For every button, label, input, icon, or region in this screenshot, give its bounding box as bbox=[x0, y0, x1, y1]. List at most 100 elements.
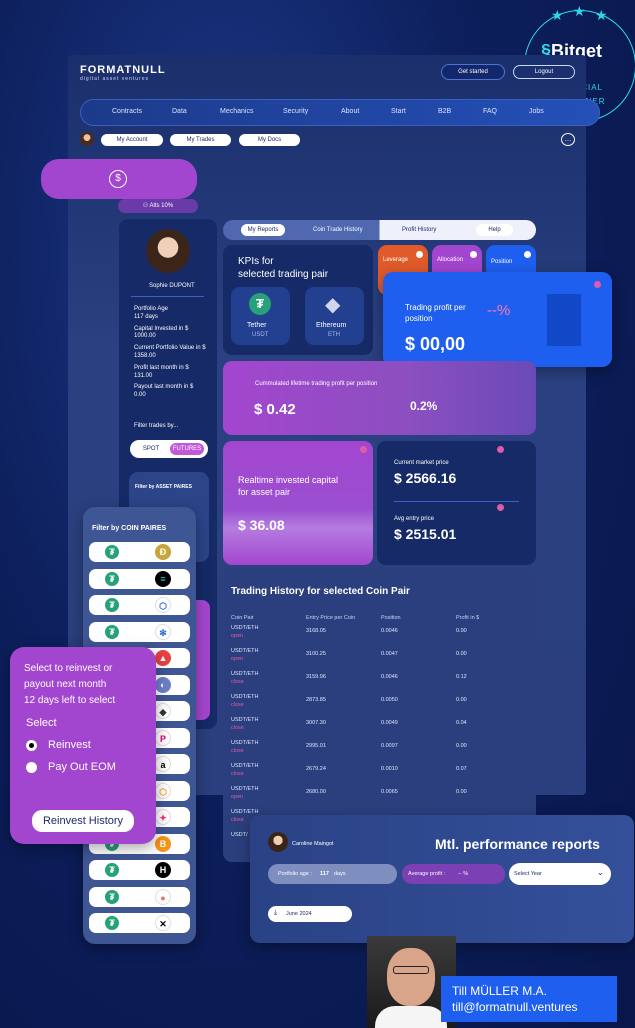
download-report-button[interactable]: ⤓ June 2024 bbox=[268, 906, 352, 922]
reinvest-history-button[interactable]: Reinvest History bbox=[32, 810, 134, 832]
tether-icon: ₮ bbox=[105, 916, 119, 930]
coin-tether[interactable]: ₮ Tether USDT bbox=[231, 287, 290, 345]
payout-pill[interactable]: $ bbox=[41, 159, 197, 199]
coin-pair-option[interactable]: ₮ ● bbox=[89, 886, 190, 907]
table-row[interactable]: USDT/ETH close 3007.30 0.0049 0.04 bbox=[223, 717, 529, 740]
coin-pair-option[interactable]: ₮⬡ bbox=[89, 595, 190, 615]
option-payout[interactable]: Pay Out EOM bbox=[48, 761, 116, 773]
cell-pair: USDT/ETH bbox=[231, 648, 259, 654]
cumulated-profit-card: Cummulated lifetime trading profit per p… bbox=[223, 361, 536, 435]
nav-start[interactable]: Start bbox=[391, 108, 406, 115]
nav-faq[interactable]: FAQ bbox=[483, 108, 497, 115]
spot-option[interactable]: SPOT bbox=[134, 443, 168, 455]
cell-pair: USDT/ETH bbox=[231, 694, 259, 700]
cell-profit: 0.00 bbox=[456, 651, 467, 657]
coin-ethereum[interactable]: ◆ Ethereum ETH bbox=[305, 287, 364, 345]
nav-contracts[interactable]: Contracts bbox=[112, 108, 142, 115]
table-row[interactable]: USDT/ETH open 2680.00 0.0065 0.00 bbox=[223, 786, 529, 809]
option-reinvest[interactable]: Reinvest bbox=[48, 739, 91, 751]
trading-profit-pct: --% bbox=[487, 302, 511, 319]
nav-security[interactable]: Security bbox=[283, 108, 308, 115]
coin-icon: ◆ bbox=[155, 703, 171, 719]
logout-button[interactable]: Logout bbox=[513, 65, 575, 79]
table-row[interactable]: USDT/ETH open 3100.25 0.0047 0.00 bbox=[223, 648, 529, 671]
cumulated-pct: 0.2% bbox=[410, 399, 438, 413]
tab-my-trades[interactable]: My Trades bbox=[170, 134, 231, 146]
table-row[interactable]: USDT/ETH close 3159.96 0.0046 0.12 bbox=[223, 671, 529, 694]
tab-my-account[interactable]: My Account bbox=[101, 134, 163, 146]
info-icon[interactable] bbox=[497, 446, 504, 453]
coin-pair-option[interactable]: ₮ H bbox=[89, 860, 190, 880]
profile-avatar bbox=[146, 229, 190, 273]
info-icon[interactable] bbox=[594, 281, 601, 288]
coin-icon: ✻ bbox=[155, 623, 171, 640]
tab-my-docs[interactable]: My Docs bbox=[239, 134, 300, 146]
coin-icon: ⬡ bbox=[155, 782, 171, 799]
radio-payout[interactable] bbox=[26, 762, 37, 773]
cell-status: open bbox=[231, 656, 244, 662]
contact-email[interactable]: till@formatnull.ventures bbox=[452, 1000, 578, 1014]
nav-b2b[interactable]: B2B bbox=[438, 108, 451, 115]
coin-pair-option[interactable]: ₮ ✕ bbox=[89, 913, 190, 933]
get-started-button[interactable]: Get started bbox=[441, 64, 505, 80]
coin-icon: ◐ bbox=[155, 676, 171, 693]
report-title: Mtl. performance reports bbox=[435, 836, 600, 852]
cell-position: 0.0049 bbox=[381, 720, 398, 726]
select-label: Select bbox=[26, 717, 57, 729]
cell-status: close bbox=[231, 748, 244, 754]
tab-profit-history[interactable]: Profit History bbox=[402, 227, 436, 233]
tab-help[interactable]: Help bbox=[476, 224, 513, 236]
info-icon[interactable] bbox=[524, 251, 531, 258]
nav-mechanics[interactable]: Mechanics bbox=[220, 108, 253, 115]
coin-pair-option[interactable]: ₮ ≡ bbox=[89, 568, 190, 589]
current-price: $ 2566.16 bbox=[394, 470, 457, 486]
cell-status: close bbox=[231, 817, 244, 823]
user-avatar-small[interactable] bbox=[80, 132, 94, 146]
cell-entry: 3007.30 bbox=[306, 720, 326, 726]
nav-about[interactable]: About bbox=[341, 108, 359, 115]
kpi-card: KPIs for selected trading pair ₮ Tether … bbox=[223, 245, 373, 355]
trading-profit-card: Trading profit per position $ 00,00 --% bbox=[383, 272, 612, 367]
radio-reinvest[interactable] bbox=[26, 740, 37, 751]
cell-position: 0.0046 bbox=[381, 628, 398, 634]
contact-name: Till MÜLLER M.A. bbox=[452, 984, 547, 998]
nav-data[interactable]: Data bbox=[172, 108, 187, 115]
cell-profit: 0.07 bbox=[456, 766, 467, 772]
money-hand-icon: $ bbox=[109, 170, 127, 188]
info-icon[interactable] bbox=[360, 446, 367, 453]
info-icon[interactable] bbox=[416, 251, 423, 258]
chat-icon[interactable]: … bbox=[561, 133, 575, 146]
table-row[interactable]: USDT/ETH close 2873.85 0.0050 0.00 bbox=[223, 694, 529, 717]
select-year-dropdown[interactable]: Select Year ⌄ bbox=[509, 863, 611, 885]
table-row[interactable]: USDT/ETH open 3168.05 0.0046 0.00 bbox=[223, 625, 529, 648]
avg-entry-price: $ 2515.01 bbox=[394, 526, 457, 542]
info-icon[interactable] bbox=[497, 504, 504, 511]
main-nav: Contracts Data Mechanics Security About … bbox=[80, 99, 600, 126]
coin-icon: Ð bbox=[155, 544, 171, 560]
filter-trades-label: Filter trades by... bbox=[134, 423, 179, 429]
info-icon[interactable] bbox=[470, 251, 477, 258]
cell-profit: 0.00 bbox=[456, 628, 467, 634]
cell-pair: USDT/ bbox=[231, 832, 248, 838]
tether-icon: ₮ bbox=[105, 545, 119, 559]
cell-pair: USDT/ETH bbox=[231, 625, 259, 631]
history-title: Trading History for selected Coin Pair bbox=[231, 586, 410, 597]
tab-coin-trade-history[interactable]: Coin Trade History bbox=[313, 227, 363, 233]
cell-position: 0.0010 bbox=[381, 766, 398, 772]
table-row[interactable]: USDT/ETH close 2679.24 0.0010 0.07 bbox=[223, 763, 529, 786]
contact-card: Till MÜLLER M.A. till@formatnull.venture… bbox=[441, 976, 617, 1022]
tether-icon: ₮ bbox=[105, 598, 119, 612]
profile-name: Sophie DUPONT bbox=[149, 283, 195, 289]
futures-option[interactable]: FUTURES bbox=[170, 443, 204, 455]
coin-pair-option[interactable]: ₮ Ð bbox=[89, 542, 190, 562]
nav-jobs[interactable]: Jobs bbox=[529, 108, 544, 115]
avg-profit-field: Average profit : -- % bbox=[402, 864, 505, 884]
tab-my-reports[interactable]: My Reports bbox=[241, 224, 285, 236]
cell-status: close bbox=[231, 725, 244, 731]
ethereum-icon: ◆ bbox=[325, 294, 341, 316]
profile-divider bbox=[131, 296, 204, 297]
coin-pair-option[interactable]: ₮ ✻ bbox=[89, 621, 190, 642]
profit-bar bbox=[547, 294, 581, 346]
table-row[interactable]: USDT/ETH close 2995.01 0.0097 0.00 bbox=[223, 740, 529, 763]
coin-icon: ⬡ bbox=[155, 597, 171, 613]
